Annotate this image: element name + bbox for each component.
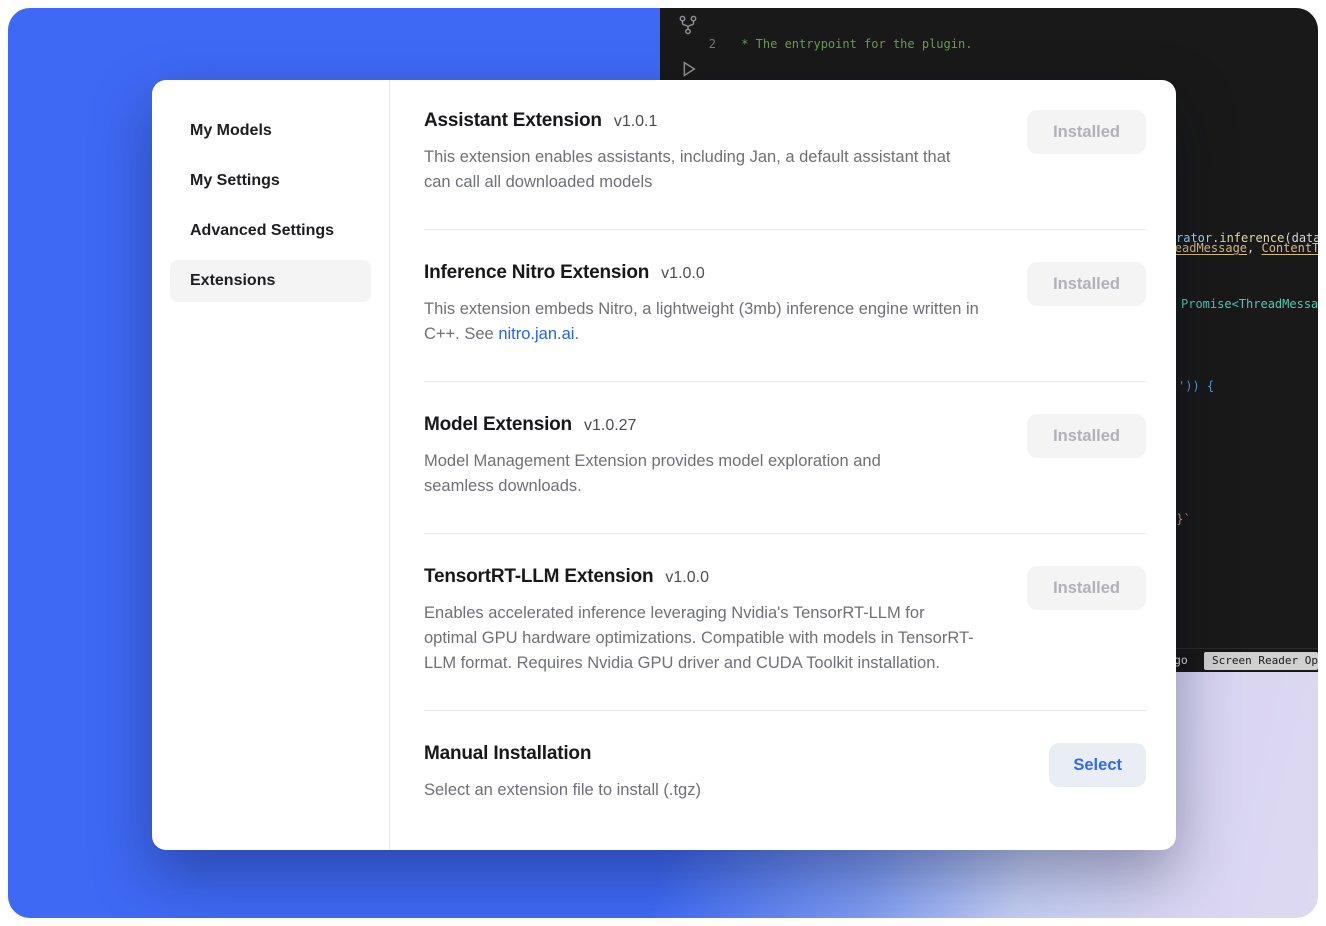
nitro-link[interactable]: nitro.jan.ai [498,325,574,343]
manual-installation-row: Manual Installation Select an extension … [424,710,1146,837]
extension-name: Model Extension [424,414,572,436]
extension-description: This extension embeds Nitro, a lightweig… [424,297,979,347]
code-text: * The entrypoint for the plugin. [734,37,972,51]
line-number: 2 [660,36,734,53]
sidebar-item-label: My Settings [190,172,280,190]
sidebar-item-my-settings[interactable]: My Settings [170,160,371,202]
extension-row-tensorrt: TensortRT-LLM Extension v1.0.0 Enables a… [424,533,1146,710]
extension-name: TensortRT-LLM Extension [424,566,653,588]
installed-button[interactable]: Installed [1027,566,1146,610]
settings-panel: My Models My Settings Advanced Settings … [152,80,1176,850]
extension-name: Inference Nitro Extension [424,262,649,284]
sidebar-item-advanced-settings[interactable]: Advanced Settings [170,210,371,252]
extension-row-assistant: Assistant Extension v1.0.1 This extensio… [424,80,1146,229]
extension-row-model: Model Extension v1.0.27 Model Management… [424,381,1146,533]
extension-description: Enables accelerated inference leveraging… [424,601,979,676]
code-fragment: Promise<ThreadMessage> [1181,296,1318,313]
manual-installation-description: Select an extension file to install (.tg… [424,778,979,803]
sidebar-item-my-models[interactable]: My Models [170,110,371,152]
extension-description: This extension enables assistants, inclu… [424,145,979,195]
extension-version: v1.0.0 [661,265,705,283]
installed-button[interactable]: Installed [1027,414,1146,458]
code-fragment: rator.inference(data)); [1176,230,1318,247]
extension-version: v1.0.0 [665,569,709,587]
code-line: 2 * The entrypoint for the plugin. [660,36,1318,53]
sidebar-item-label: Extensions [190,272,275,290]
manual-installation-title: Manual Installation [424,743,591,765]
extension-version: v1.0.27 [584,417,636,435]
sidebar-item-label: My Models [190,122,272,140]
status-text: go [1174,652,1188,669]
background: 2 * The entrypoint for the plugin. 3 */ … [8,8,1318,918]
screen-reader-chip[interactable]: Screen Reader Optimize [1204,652,1318,670]
extension-row-nitro: Inference Nitro Extension v1.0.0 This ex… [424,229,1146,381]
select-button[interactable]: Select [1049,743,1146,787]
sidebar-item-label: Advanced Settings [190,222,334,240]
installed-button[interactable]: Installed [1027,110,1146,154]
extensions-list: Assistant Extension v1.0.1 This extensio… [390,80,1176,850]
extension-version: v1.0.1 [614,113,658,131]
installed-button[interactable]: Installed [1027,262,1146,306]
settings-sidebar: My Models My Settings Advanced Settings … [152,80,390,850]
extension-name: Assistant Extension [424,110,602,132]
code-fragment: ')) { [1178,378,1214,395]
sidebar-item-extensions[interactable]: Extensions [170,260,371,302]
extension-description: Model Management Extension provides mode… [424,449,894,499]
